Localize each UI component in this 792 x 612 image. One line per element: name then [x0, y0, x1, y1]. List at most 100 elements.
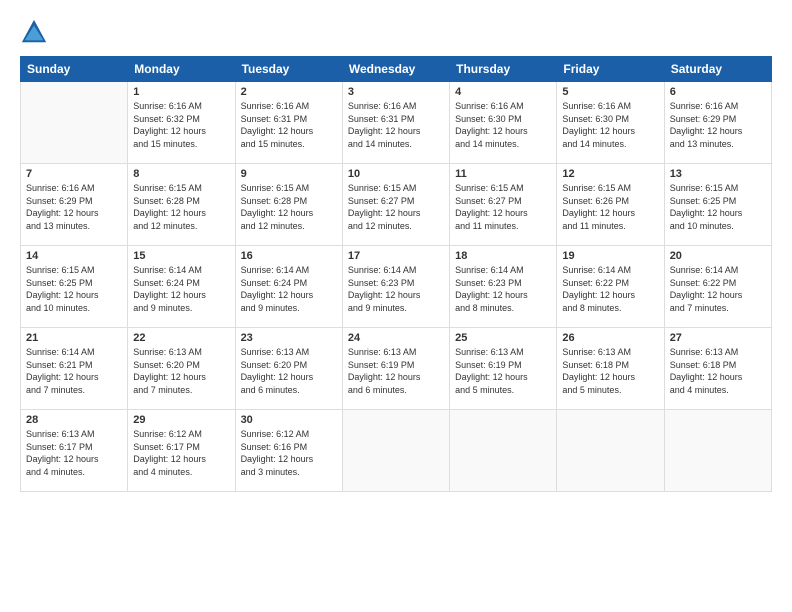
day-number: 16	[241, 250, 337, 262]
calendar-cell	[342, 410, 449, 492]
calendar-cell	[664, 410, 771, 492]
day-info: Sunrise: 6:13 AM Sunset: 6:18 PM Dayligh…	[670, 346, 766, 396]
day-info: Sunrise: 6:15 AM Sunset: 6:28 PM Dayligh…	[133, 182, 229, 232]
day-number: 27	[670, 332, 766, 344]
day-number: 3	[348, 86, 444, 98]
day-info: Sunrise: 6:13 AM Sunset: 6:17 PM Dayligh…	[26, 428, 122, 478]
day-number: 26	[562, 332, 658, 344]
calendar-cell: 18 Sunrise: 6:14 AM Sunset: 6:23 PM Dayli…	[450, 246, 557, 328]
calendar-cell: 19Sunrise: 6:14 AM Sunset: 6:22 PM Dayli…	[557, 246, 664, 328]
day-number: 9	[241, 168, 337, 180]
calendar-cell: 20 Sunrise: 6:14 AM Sunset: 6:22 PM Dayli…	[664, 246, 771, 328]
weekday-header-thursday: Thursday	[450, 57, 557, 82]
day-info: Sunrise: 6:13 AM Sunset: 6:20 PM Dayligh…	[133, 346, 229, 396]
day-info: Sunrise: 6:15 AM Sunset: 6:28 PM Dayligh…	[241, 182, 337, 232]
calendar-cell: 22 Sunrise: 6:13 AM Sunset: 6:20 PM Dayli…	[128, 328, 235, 410]
day-info: Sunrise: 6:14 AM Sunset: 6:24 PM Dayligh…	[241, 264, 337, 314]
day-number: 1	[133, 86, 229, 98]
calendar-cell: 26 Sunrise: 6:13 AM Sunset: 6:18 PM Dayli…	[557, 328, 664, 410]
calendar-cell: 7 Sunrise: 6:16 AM Sunset: 6:29 PM Daylig…	[21, 164, 128, 246]
calendar-cell	[450, 410, 557, 492]
calendar-cell: 13 Sunrise: 6:15 AM Sunset: 6:25 PM Dayli…	[664, 164, 771, 246]
day-info: Sunrise: 6:14 AM Sunset: 6:24 PM Dayligh…	[133, 264, 229, 314]
calendar-cell: 2 Sunrise: 6:16 AM Sunset: 6:31 PM Daylig…	[235, 82, 342, 164]
day-number: 24	[348, 332, 444, 344]
day-info: Sunrise: 6:13 AM Sunset: 6:19 PM Dayligh…	[348, 346, 444, 396]
day-number: 21	[26, 332, 122, 344]
calendar-cell: 28 Sunrise: 6:13 AM Sunset: 6:17 PM Dayli…	[21, 410, 128, 492]
calendar-week-2: 7 Sunrise: 6:16 AM Sunset: 6:29 PM Daylig…	[21, 164, 772, 246]
day-info: Sunrise: 6:16 AM Sunset: 6:31 PM Dayligh…	[241, 100, 337, 150]
logo	[20, 18, 52, 46]
day-number: 4	[455, 86, 551, 98]
calendar-cell: 4 Sunrise: 6:16 AM Sunset: 6:30 PM Daylig…	[450, 82, 557, 164]
day-info: Sunrise: 6:16 AM Sunset: 6:30 PM Dayligh…	[562, 100, 658, 150]
day-number: 28	[26, 414, 122, 426]
day-info: Sunrise: 6:12 AM Sunset: 6:16 PM Dayligh…	[241, 428, 337, 478]
day-info: Sunrise: 6:16 AM Sunset: 6:30 PM Dayligh…	[455, 100, 551, 150]
weekday-header-monday: Monday	[128, 57, 235, 82]
day-number: 5	[562, 86, 658, 98]
day-number: 14	[26, 250, 122, 262]
calendar-cell: 25 Sunrise: 6:13 AM Sunset: 6:19 PM Dayli…	[450, 328, 557, 410]
calendar-cell: 9 Sunrise: 6:15 AM Sunset: 6:28 PM Daylig…	[235, 164, 342, 246]
day-info: Sunrise: 6:13 AM Sunset: 6:18 PM Dayligh…	[562, 346, 658, 396]
calendar-cell: 24 Sunrise: 6:13 AM Sunset: 6:19 PM Dayli…	[342, 328, 449, 410]
calendar-cell: 21 Sunrise: 6:14 AM Sunset: 6:21 PM Dayli…	[21, 328, 128, 410]
day-number: 7	[26, 168, 122, 180]
calendar-cell: 12Sunrise: 6:15 AM Sunset: 6:26 PM Dayli…	[557, 164, 664, 246]
calendar-cell: 17 Sunrise: 6:14 AM Sunset: 6:23 PM Dayli…	[342, 246, 449, 328]
day-number: 19	[562, 250, 658, 262]
weekday-header-sunday: Sunday	[21, 57, 128, 82]
day-number: 25	[455, 332, 551, 344]
day-info: Sunrise: 6:14 AM Sunset: 6:23 PM Dayligh…	[348, 264, 444, 314]
calendar-cell: 3 Sunrise: 6:16 AM Sunset: 6:31 PM Daylig…	[342, 82, 449, 164]
calendar-cell: 27 Sunrise: 6:13 AM Sunset: 6:18 PM Dayli…	[664, 328, 771, 410]
calendar-cell: 1 Sunrise: 6:16 AM Sunset: 6:32 PM Daylig…	[128, 82, 235, 164]
day-number: 10	[348, 168, 444, 180]
calendar-cell: 14Sunrise: 6:15 AM Sunset: 6:25 PM Dayli…	[21, 246, 128, 328]
calendar-table: SundayMondayTuesdayWednesdayThursdayFrid…	[20, 56, 772, 492]
day-info: Sunrise: 6:12 AM Sunset: 6:17 PM Dayligh…	[133, 428, 229, 478]
calendar-week-4: 21 Sunrise: 6:14 AM Sunset: 6:21 PM Dayli…	[21, 328, 772, 410]
calendar-cell: 30Sunrise: 6:12 AM Sunset: 6:16 PM Dayli…	[235, 410, 342, 492]
day-info: Sunrise: 6:13 AM Sunset: 6:20 PM Dayligh…	[241, 346, 337, 396]
calendar-cell: 10Sunrise: 6:15 AM Sunset: 6:27 PM Dayli…	[342, 164, 449, 246]
day-info: Sunrise: 6:16 AM Sunset: 6:32 PM Dayligh…	[133, 100, 229, 150]
day-info: Sunrise: 6:16 AM Sunset: 6:29 PM Dayligh…	[26, 182, 122, 232]
weekday-header-friday: Friday	[557, 57, 664, 82]
calendar-cell: 5 Sunrise: 6:16 AM Sunset: 6:30 PM Daylig…	[557, 82, 664, 164]
calendar-cell: 16 Sunrise: 6:14 AM Sunset: 6:24 PM Dayli…	[235, 246, 342, 328]
calendar-cell: 11 Sunrise: 6:15 AM Sunset: 6:27 PM Dayli…	[450, 164, 557, 246]
logo-icon	[20, 18, 48, 46]
day-number: 8	[133, 168, 229, 180]
day-info: Sunrise: 6:16 AM Sunset: 6:29 PM Dayligh…	[670, 100, 766, 150]
day-info: Sunrise: 6:13 AM Sunset: 6:19 PM Dayligh…	[455, 346, 551, 396]
day-number: 13	[670, 168, 766, 180]
weekday-header-saturday: Saturday	[664, 57, 771, 82]
weekday-header-tuesday: Tuesday	[235, 57, 342, 82]
day-number: 6	[670, 86, 766, 98]
day-info: Sunrise: 6:14 AM Sunset: 6:21 PM Dayligh…	[26, 346, 122, 396]
calendar-cell: 23 Sunrise: 6:13 AM Sunset: 6:20 PM Dayli…	[235, 328, 342, 410]
page-header	[20, 18, 772, 46]
day-number: 18	[455, 250, 551, 262]
day-number: 22	[133, 332, 229, 344]
day-number: 2	[241, 86, 337, 98]
day-number: 17	[348, 250, 444, 262]
day-info: Sunrise: 6:14 AM Sunset: 6:22 PM Dayligh…	[670, 264, 766, 314]
day-info: Sunrise: 6:15 AM Sunset: 6:27 PM Dayligh…	[455, 182, 551, 232]
calendar-week-1: 1 Sunrise: 6:16 AM Sunset: 6:32 PM Daylig…	[21, 82, 772, 164]
day-number: 23	[241, 332, 337, 344]
calendar-week-3: 14Sunrise: 6:15 AM Sunset: 6:25 PM Dayli…	[21, 246, 772, 328]
calendar-cell: 6 Sunrise: 6:16 AM Sunset: 6:29 PM Daylig…	[664, 82, 771, 164]
weekday-header-wednesday: Wednesday	[342, 57, 449, 82]
weekday-header-row: SundayMondayTuesdayWednesdayThursdayFrid…	[21, 57, 772, 82]
day-number: 20	[670, 250, 766, 262]
day-info: Sunrise: 6:14 AM Sunset: 6:23 PM Dayligh…	[455, 264, 551, 314]
day-number: 11	[455, 168, 551, 180]
day-info: Sunrise: 6:15 AM Sunset: 6:25 PM Dayligh…	[670, 182, 766, 232]
day-number: 15	[133, 250, 229, 262]
day-number: 29	[133, 414, 229, 426]
day-info: Sunrise: 6:16 AM Sunset: 6:31 PM Dayligh…	[348, 100, 444, 150]
